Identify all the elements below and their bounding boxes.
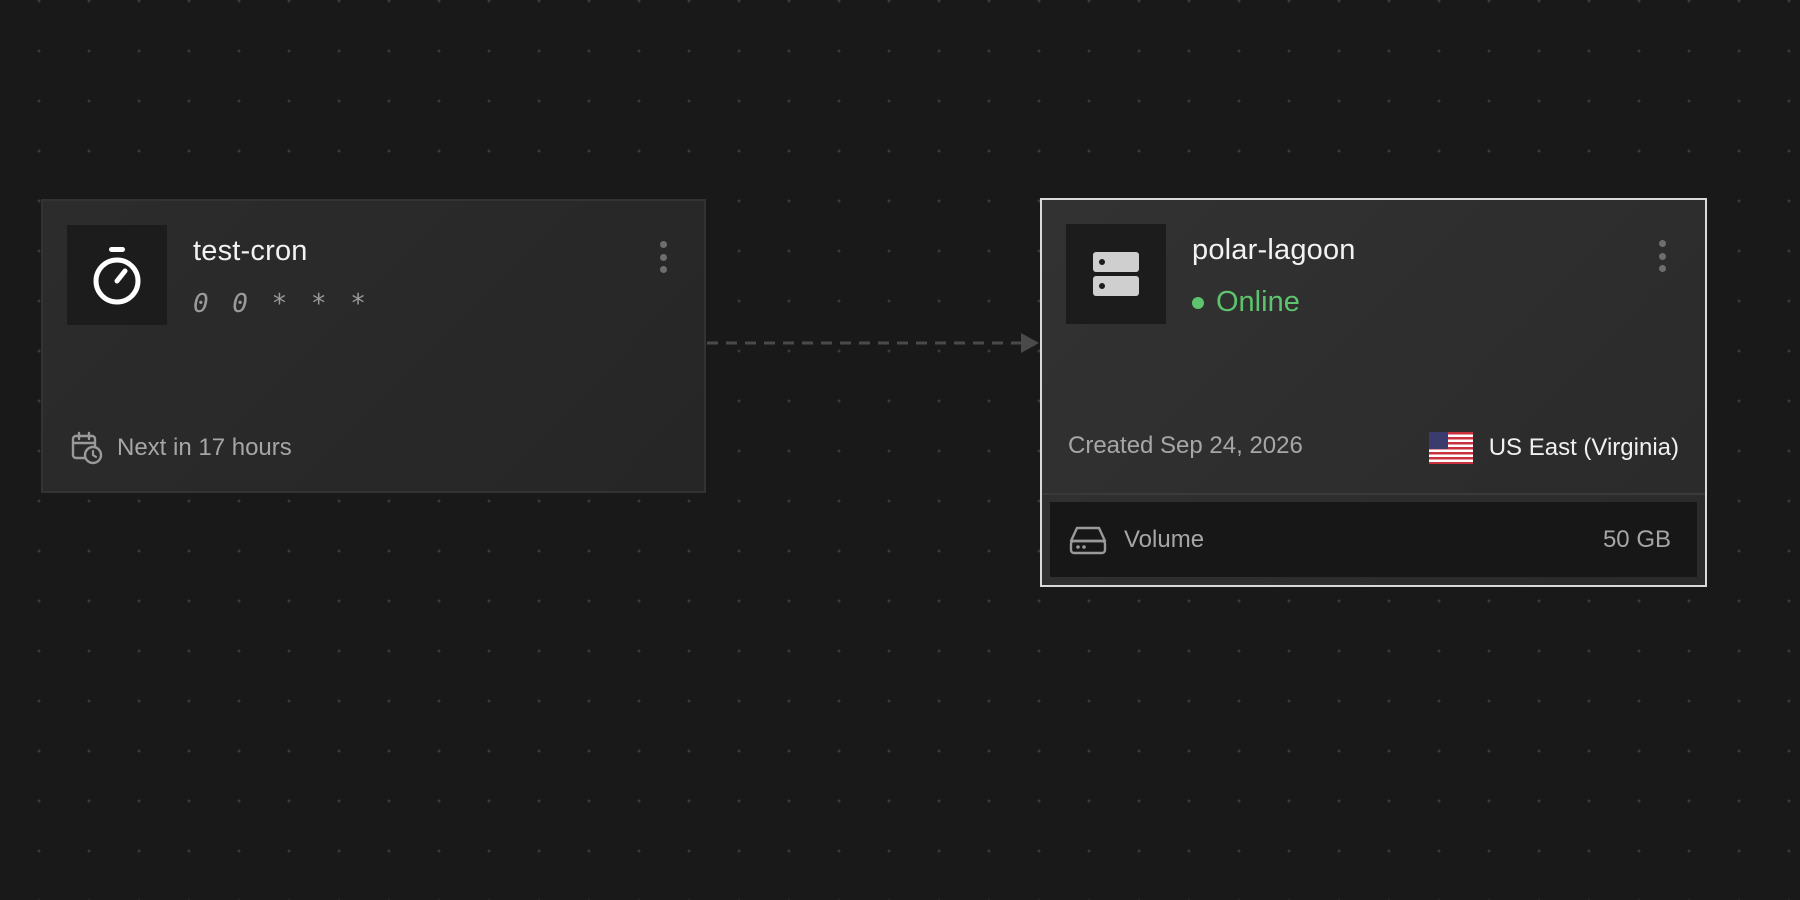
online-status-dot	[1192, 296, 1204, 309]
service-created-date: Created Sep 24, 2026	[1068, 432, 1303, 460]
calendar-clock-icon	[71, 431, 103, 465]
stopwatch-icon	[93, 247, 141, 305]
us-flag-icon	[1428, 432, 1473, 464]
service-status: Online	[1192, 286, 1300, 319]
service-region: US East (Virginia)	[1428, 432, 1679, 464]
service-status-text: Online	[1216, 286, 1300, 318]
cron-more-options-button[interactable]	[651, 237, 675, 277]
cron-job-card[interactable]: test-cron 0 0 * * * Next in 17 hours	[41, 199, 706, 493]
cron-job-name: test-cron	[193, 235, 308, 267]
cron-next-run: Next in 17 hours	[71, 431, 292, 465]
service-card-divider	[1042, 493, 1705, 495]
service-created-text: Created Sep 24, 2026	[1068, 432, 1303, 459]
volume-size: 50 GB	[1602, 525, 1671, 553]
service-icon-box	[1066, 224, 1166, 324]
project-canvas[interactable]: test-cron 0 0 * * * Next in 17 hours pol…	[0, 0, 1800, 900]
service-more-options-button[interactable]	[1650, 236, 1674, 276]
hard-drive-icon	[1069, 526, 1107, 554]
cron-icon-box	[67, 225, 167, 325]
cron-schedule: 0 0 * * *	[193, 289, 370, 319]
connector-arrowhead	[1021, 333, 1039, 353]
service-name: polar-lagoon	[1192, 234, 1356, 266]
service-volume[interactable]: Volume 50 GB	[1050, 502, 1697, 577]
service-card[interactable]: polar-lagoon Online Created Sep 24, 2026	[1040, 198, 1707, 587]
server-icon	[1093, 252, 1139, 296]
cron-next-run-text: Next in 17 hours	[117, 434, 292, 461]
volume-label: Volume	[1124, 525, 1205, 553]
service-region-text: US East (Virginia)	[1488, 434, 1679, 461]
